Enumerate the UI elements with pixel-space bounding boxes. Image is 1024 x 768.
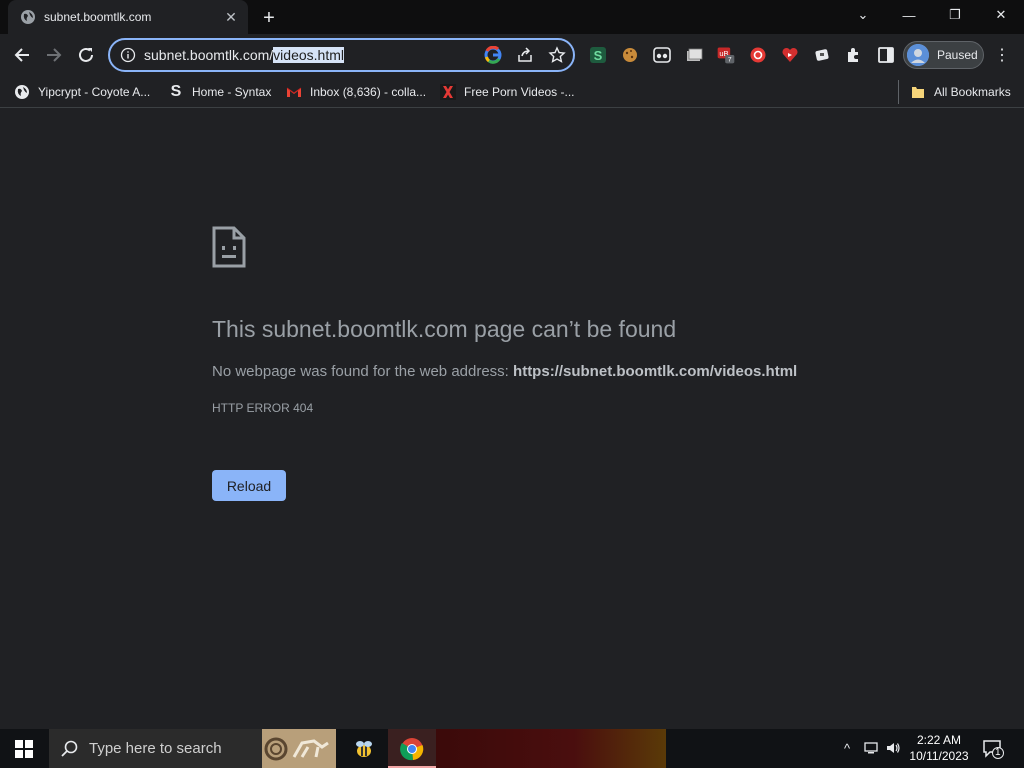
all-bookmarks-label: All Bookmarks <box>934 85 1011 99</box>
clock-time: 2:22 AM <box>916 733 962 747</box>
bookmark-label: Inbox (8,636) - colla... <box>310 85 427 99</box>
bookmark-item[interactable]: Inbox (8,636) - colla... <box>286 82 426 102</box>
bookmark-item[interactable]: Yipcrypt - Coyote A... <box>14 82 150 102</box>
chevron-down-icon[interactable]: ⌄ <box>840 0 886 30</box>
cookie-icon[interactable] <box>620 45 640 65</box>
taskbar: Type here to search ^ 2:22 AM 10/11/2023… <box>0 729 1024 768</box>
taskbar-chrome-icon[interactable] <box>388 729 436 768</box>
avatar <box>907 44 929 66</box>
globe-icon <box>20 9 36 25</box>
profile-status-label: Paused <box>937 48 978 62</box>
error-title: This subnet.boomtlk.com page can’t be fo… <box>212 316 677 342</box>
tab-active[interactable]: subnet.boomtlk.com ✕ <box>8 0 248 34</box>
folder-icon <box>910 84 926 100</box>
volume-icon[interactable] <box>884 739 902 757</box>
side-panel-icon[interactable] <box>876 45 896 65</box>
profile-button[interactable]: Paused <box>903 41 984 69</box>
back-button[interactable] <box>8 41 36 69</box>
extension-heart-icon[interactable] <box>780 45 800 65</box>
menu-kebab-icon[interactable]: ⋮ <box>994 45 1010 65</box>
notification-icon[interactable]: 1 <box>982 738 1004 760</box>
bookmark-label: Yipcrypt - Coyote A... <box>38 85 151 99</box>
notification-count: 1 <box>995 747 1001 758</box>
globe-icon <box>14 84 30 100</box>
svg-text:7: 7 <box>728 57 732 64</box>
taskbar-app-bee-icon[interactable] <box>340 729 388 768</box>
reload-button[interactable]: Reload <box>212 470 286 501</box>
bookmark-item[interactable]: S Home - Syntax <box>168 82 272 102</box>
window-close-button[interactable]: ✕ <box>978 0 1024 30</box>
minimize-button[interactable]: — <box>886 0 932 30</box>
gmail-icon <box>286 84 302 100</box>
share-icon[interactable] <box>516 46 534 64</box>
error-url: https://subnet.boomtlk.com/videos.html <box>513 363 798 380</box>
url-text[interactable]: subnet.boomtlk.com/videos.html <box>144 47 344 63</box>
extension-window-icon[interactable] <box>684 45 704 65</box>
search-placeholder: Type here to search <box>89 740 222 757</box>
extension-cube-icon[interactable] <box>812 45 832 65</box>
extension-red-circle-icon[interactable] <box>748 45 768 65</box>
error-description: No webpage was found for the web address… <box>212 363 797 380</box>
info-icon[interactable] <box>120 47 136 63</box>
chevron-up-icon[interactable]: ^ <box>838 739 856 757</box>
taskbar-wallpaper-strip <box>436 729 666 768</box>
sad-page-icon <box>212 226 246 268</box>
page-content: This subnet.boomtlk.com page can’t be fo… <box>0 109 1024 729</box>
address-bar[interactable]: subnet.boomtlk.com/videos.html <box>108 38 575 72</box>
tab-title: subnet.boomtlk.com <box>44 10 152 24</box>
network-icon[interactable] <box>862 739 880 757</box>
toolbar: subnet.boomtlk.com/videos.html S uB 7 Pa… <box>0 34 1024 76</box>
puzzle-icon[interactable] <box>844 45 864 65</box>
bookmark-star-icon[interactable] <box>548 46 566 64</box>
search-icon <box>61 740 79 758</box>
clock-date: 10/11/2023 <box>909 749 969 763</box>
url-host: subnet.boomtlk.com/ <box>144 47 274 63</box>
taskbar-search[interactable]: Type here to search <box>49 729 336 768</box>
restore-button[interactable]: ❐ <box>932 0 978 30</box>
svg-text:S: S <box>594 48 603 63</box>
all-bookmarks-button[interactable]: All Bookmarks <box>910 82 1011 102</box>
taskbar-clock[interactable]: 2:22 AM 10/11/2023 <box>906 732 972 764</box>
bookmark-label: Free Porn Videos -... <box>464 85 575 99</box>
error-description-text: No webpage was found for the web address… <box>212 363 514 380</box>
extension-eyes-icon[interactable] <box>652 45 672 65</box>
divider <box>898 80 899 104</box>
windows-start-icon[interactable] <box>0 729 48 768</box>
extension-s-icon[interactable]: S <box>588 45 608 65</box>
refresh-button[interactable] <box>72 41 100 69</box>
fossil-doodle-icon <box>262 729 336 768</box>
error-code: HTTP ERROR 404 <box>212 401 314 415</box>
url-path-selected: videos.html <box>273 47 344 63</box>
bookmarks-bar: Yipcrypt - Coyote A... S Home - Syntax I… <box>0 76 1024 108</box>
forward-button[interactable] <box>40 41 68 69</box>
close-icon[interactable]: ✕ <box>222 8 240 26</box>
new-tab-button[interactable]: + <box>258 7 280 29</box>
bookmark-item[interactable]: Free Porn Videos -... <box>440 82 575 102</box>
syntax-s-icon: S <box>170 83 182 100</box>
tab-strip: subnet.boomtlk.com ✕ + ⌄ — ❐ ✕ <box>0 0 1024 34</box>
bookmark-label: Home - Syntax <box>192 85 272 99</box>
google-lens-icon[interactable] <box>484 46 502 64</box>
extension-badge-icon[interactable]: uB 7 <box>716 45 736 65</box>
x-logo-icon <box>440 84 456 100</box>
